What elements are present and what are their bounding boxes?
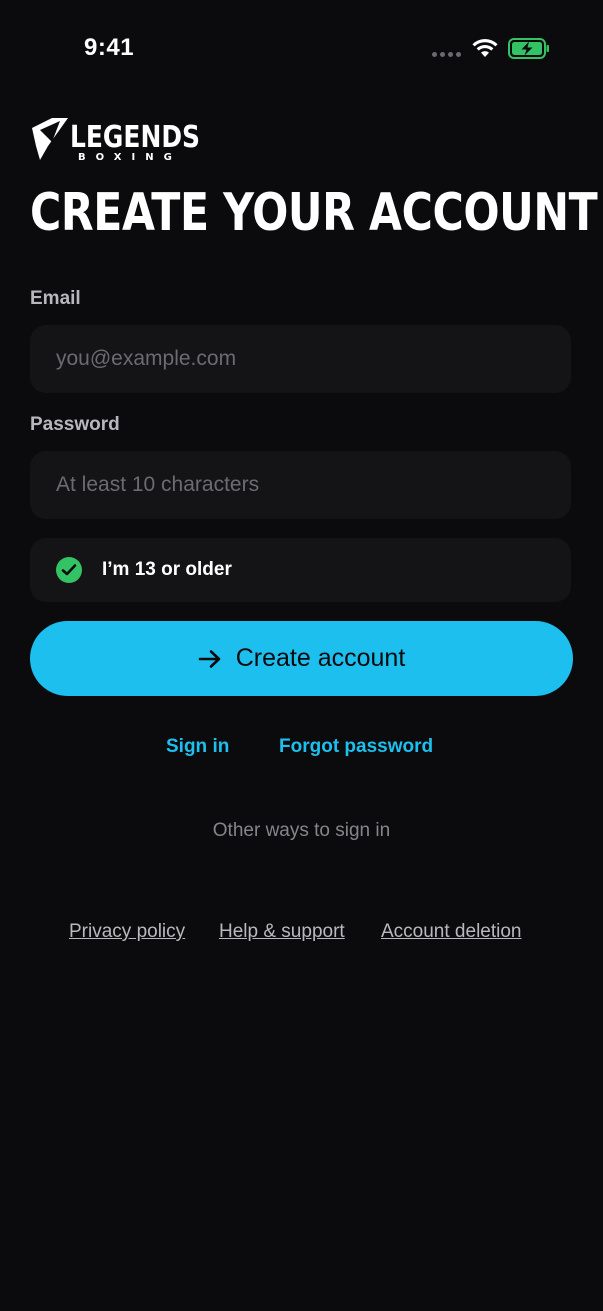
password-field[interactable] (54, 472, 547, 498)
cellular-signal-icon (432, 52, 461, 57)
sign-in-link[interactable]: Sign in (166, 736, 229, 758)
svg-text:LEGENDS: LEGENDS (70, 120, 200, 155)
create-account-label: Create account (235, 644, 406, 672)
status-bar: 9:41 (0, 0, 603, 96)
wifi-icon (472, 39, 498, 57)
arrow-right-icon (198, 649, 221, 668)
create-account-button[interactable]: Create account (30, 621, 573, 696)
email-field-container[interactable] (30, 325, 571, 393)
svg-text:BOXING: BOXING (78, 152, 182, 162)
email-label: Email (30, 288, 81, 309)
age-confirmation-label: I’m 13 or older (102, 559, 232, 580)
account-deletion-link[interactable]: Account deletion (381, 921, 522, 943)
check-icon (56, 557, 82, 583)
privacy-policy-link[interactable]: Privacy policy (69, 921, 185, 943)
password-field-container[interactable] (30, 451, 571, 519)
help-support-link[interactable]: Help & support (219, 921, 345, 943)
other-ways-to-sign-in[interactable]: Other ways to sign in (0, 820, 603, 842)
password-label: Password (30, 414, 120, 435)
email-field[interactable] (54, 346, 547, 372)
age-confirmation-checkbox[interactable]: I’m 13 or older (30, 538, 571, 602)
status-time: 9:41 (84, 34, 135, 61)
battery-charging-icon (508, 38, 549, 59)
legends-boxing-logo: LEGENDS BOXING (32, 118, 200, 162)
create-account-screen: 9:41 LEGENDS BOXING CREATE YOUR ACCOUNT … (0, 0, 603, 1311)
page-title: CREATE YOUR ACCOUNT (30, 183, 598, 243)
forgot-password-link[interactable]: Forgot password (279, 736, 433, 758)
